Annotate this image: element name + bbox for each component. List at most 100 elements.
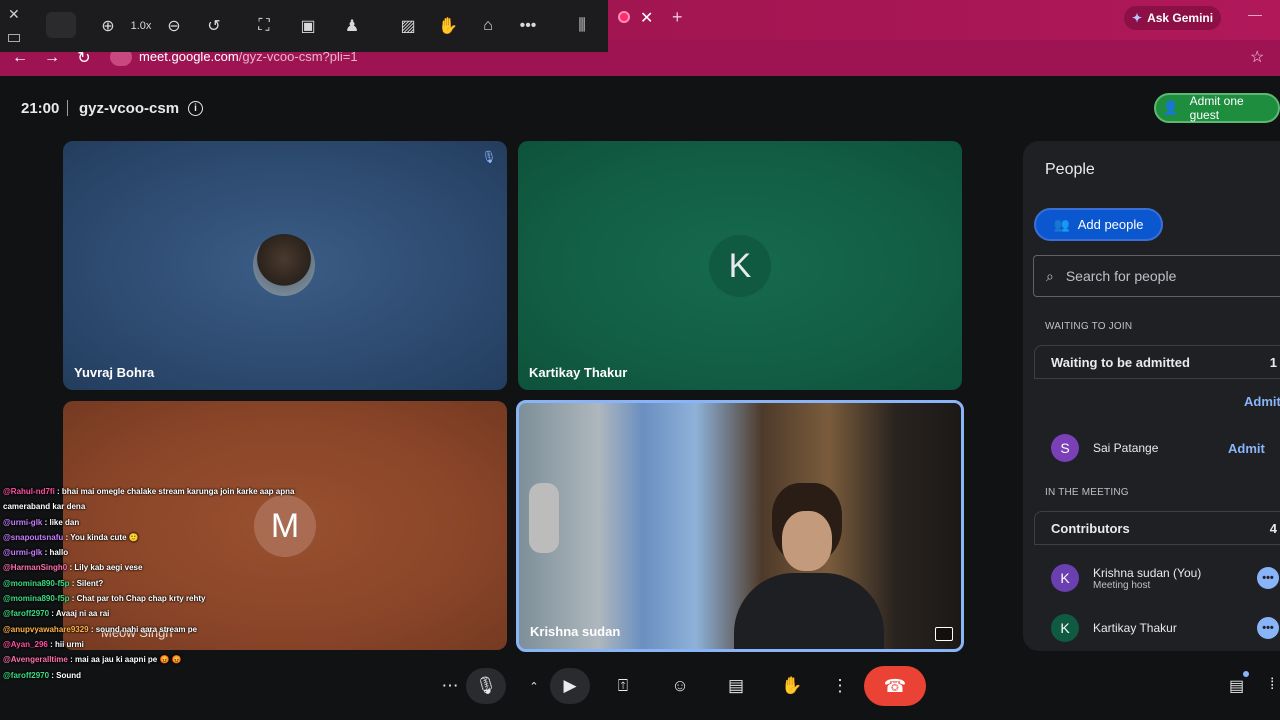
zoom-in-icon[interactable]: ⊕	[96, 14, 120, 38]
admit-one-guest-button[interactable]: 👤 Admit one guest	[1154, 93, 1280, 123]
meeting-info-icon[interactable]: i	[188, 101, 203, 116]
image-icon[interactable]: ▨	[396, 14, 420, 38]
chat-text: hii urmi	[54, 639, 84, 649]
chat-username: @momina890-f5p	[3, 578, 70, 588]
recording-tab-icon	[618, 11, 630, 23]
contributors-group-header[interactable]: Contributors 4	[1034, 511, 1280, 545]
admit-button[interactable]: Admit	[1228, 441, 1265, 456]
participant-list-item: K Kartikay Thakur •••	[1034, 604, 1280, 651]
participant-tile-kartikay[interactable]: K Kartikay Thakur	[518, 141, 962, 390]
ask-gemini-label: Ask Gemini	[1147, 11, 1214, 25]
participant-tile-yuvraj[interactable]: 🎙 Yuvraj Bohra	[63, 141, 507, 390]
more-options-icon[interactable]: ⋯	[430, 668, 470, 704]
chat-text: bhai mai omegle chalake stream karunga j…	[61, 487, 295, 496]
chat-username: @faroff2970	[3, 670, 50, 680]
waiting-group-header[interactable]: Waiting to be admitted 1	[1034, 345, 1280, 379]
search-people-input[interactable]: ⌕ Search for people	[1033, 255, 1280, 297]
minimize-icon[interactable]: —	[1248, 6, 1262, 22]
chat-username: @anupvyawahare9329	[3, 624, 89, 634]
chat-message: @momina890-f5p : Chat par toh Chap chap …	[3, 591, 303, 606]
chat-text: You kinda cute 🙂	[70, 532, 139, 542]
chat-text: like dan	[49, 517, 80, 527]
chat-message: @Ayan_296 : hii urmi	[3, 637, 303, 652]
participant-name: Krishna sudan	[530, 624, 621, 639]
new-tab-button[interactable]: +	[672, 7, 683, 28]
camera-button[interactable]: ▶	[550, 668, 590, 704]
present-screen-icon[interactable]: ⍐	[603, 668, 643, 704]
more-options-button[interactable]: •••	[1257, 567, 1279, 589]
avatar: S	[1051, 434, 1079, 462]
muted-mic-icon: 🎙	[481, 150, 497, 164]
activities-icon[interactable]: ⁞	[1270, 676, 1274, 694]
participant-tile-krishna[interactable]: Krishna sudan	[516, 400, 964, 652]
person-name: Kartikay Thakur	[1093, 621, 1177, 635]
waiting-section-label: WAITING TO JOIN	[1045, 321, 1133, 332]
ask-gemini-button[interactable]: ✦ Ask Gemini	[1124, 6, 1222, 30]
microphone-button[interactable]: 🎙	[466, 668, 506, 704]
crop-icon[interactable]: ▣	[296, 14, 320, 38]
chat-text: cameraband kar dena	[3, 502, 86, 512]
zoom-out-icon[interactable]: ⊖	[162, 14, 186, 38]
toolbar-collapse-icon[interactable]	[8, 34, 20, 42]
waiting-list-item: S Sai Patange Admit	[1034, 424, 1280, 472]
chat-message: @anupvyawahare9329 : sound nahi aara str…	[3, 622, 303, 637]
raise-hand-icon[interactable]: ✋	[772, 668, 812, 704]
chat-username: @Ayan_296	[3, 639, 48, 649]
chat-separator: :	[54, 487, 62, 496]
chat-message: @momina890-f5p : Silent?	[3, 576, 303, 591]
chat-username: @HarmanSingh0	[3, 563, 68, 573]
chat-separator: :	[47, 639, 55, 649]
more-options-button[interactable]: •••	[1257, 617, 1279, 639]
add-person-icon: 👥	[1053, 216, 1070, 232]
waiting-group-label: Waiting to be admitted	[1051, 354, 1190, 370]
audio-settings-chevron-icon[interactable]: ⌃	[514, 668, 554, 704]
bookmark-star-icon[interactable]: ☆	[1250, 47, 1264, 67]
chat-icon[interactable]: ▤	[1229, 676, 1244, 696]
toolbar-drag-handle[interactable]	[46, 12, 76, 38]
chat-text: Lily kab aegi vese	[74, 563, 143, 573]
studio-mic	[529, 483, 559, 553]
emoji-reaction-icon[interactable]: ☺	[660, 668, 700, 704]
chat-username: @momina890-f5p	[3, 594, 70, 604]
chat-message: @faroff2970 : Sound	[3, 668, 303, 683]
audio-wave-icon[interactable]: ⫼	[570, 14, 594, 38]
person-name: Sai Patange	[1093, 441, 1159, 455]
avatar: K	[1051, 564, 1079, 592]
broadcast-icon[interactable]: ⌂	[476, 14, 500, 38]
chat-message: cameraband kar dena	[3, 499, 303, 514]
chat-username: @faroff2970	[3, 609, 50, 619]
camera-video	[734, 483, 884, 649]
waiting-count: 1	[1269, 354, 1277, 370]
chat-username: @snapoutsnafu	[3, 532, 64, 542]
more-vert-icon[interactable]: ⋮	[820, 668, 860, 704]
avatar	[253, 234, 315, 296]
leave-call-button[interactable]: ☎	[864, 666, 926, 706]
hand-icon[interactable]: ✋	[436, 14, 460, 38]
contributors-count: 4	[1269, 520, 1277, 536]
chat-separator: :	[69, 578, 77, 588]
speed-label[interactable]: 1.0x	[129, 14, 153, 38]
meeting-code: gyz-vcoo-csm	[79, 100, 180, 117]
more-icon[interactable]: •••	[516, 14, 540, 38]
search-icon: ⌕	[1046, 267, 1054, 284]
meeting-time: 21:00	[21, 100, 60, 117]
admit-all-button[interactable]: Admit	[1244, 394, 1280, 409]
stamp-icon[interactable]: ♟	[340, 14, 364, 38]
pin-tile-icon[interactable]	[935, 627, 953, 641]
chat-message: @HarmanSingh0 : Lily kab aegi vese	[3, 560, 303, 575]
chat-message: @Rahul-nd7fi : bhai mai omegle chalake s…	[3, 484, 303, 499]
add-people-button[interactable]: 👥 Add people	[1034, 208, 1163, 241]
focus-person-icon[interactable]: ⛶	[252, 14, 276, 38]
toolbar-close-icon[interactable]: ✕	[8, 6, 20, 23]
reset-icon[interactable]: ↺	[202, 14, 226, 38]
admit-one-guest-label: Admit one guest	[1189, 94, 1244, 122]
chat-username: @Rahul-nd7fi	[3, 487, 55, 496]
chat-separator: :	[69, 594, 77, 604]
search-placeholder: Search for people	[1065, 268, 1177, 284]
chat-message: @Avengeralltime : mai aa jau ki aapni pe…	[3, 652, 303, 667]
captions-icon[interactable]: ▤	[716, 668, 756, 704]
chat-separator: :	[67, 655, 75, 665]
chat-separator: :	[49, 609, 56, 619]
close-tab-icon[interactable]: ✕	[640, 8, 653, 28]
in-meeting-section-label: IN THE MEETING	[1045, 487, 1129, 498]
